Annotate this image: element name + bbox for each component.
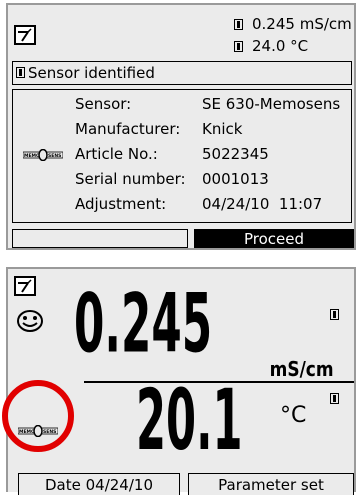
- info-label-article-no: Article No.:: [75, 145, 158, 163]
- svg-text:SENS: SENS: [48, 153, 61, 159]
- sensor-channel-icon: [234, 41, 243, 52]
- secondary-value: 20.1: [136, 371, 243, 469]
- status-temperature: 24.0 °C: [252, 37, 309, 55]
- info-value-article-no: 5022345: [202, 145, 269, 163]
- primary-unit: mS/cm: [269, 357, 334, 381]
- sensor-channel-icon: [330, 393, 339, 404]
- smiley-icon: [16, 309, 44, 337]
- left-softkey[interactable]: [12, 229, 188, 248]
- secondary-unit: °C: [280, 403, 307, 428]
- proceed-button[interactable]: Proceed: [194, 229, 354, 248]
- svg-text:MEMO: MEMO: [24, 153, 40, 159]
- info-value-sensor: SE 630-Memosens: [202, 95, 341, 113]
- info-value-serial-number: 0001013: [202, 170, 269, 188]
- info-label-serial-number: Serial number:: [75, 170, 186, 188]
- status-conductivity: 0.245 mS/cm: [252, 15, 352, 33]
- sensor-info-panel: MEMO SENS Sensor: SE 630-Memosens Manufa…: [12, 89, 352, 223]
- sensor-channel-icon: [234, 19, 243, 30]
- meter-mode-icon: [14, 276, 36, 296]
- info-value-manufacturer: Knick: [202, 120, 243, 138]
- sensor-identified-screen: 0.245 mS/cm 24.0 °C Sensor identified ME…: [6, 3, 356, 250]
- memosens-logo: MEMO SENS: [22, 146, 64, 165]
- info-value-adjustment: 04/24/10 11:07: [202, 195, 323, 213]
- primary-value: 0.245: [74, 277, 213, 372]
- info-label-adjustment: Adjustment:: [75, 195, 167, 213]
- info-icon: [16, 67, 25, 78]
- sensor-channel-icon: [330, 309, 339, 320]
- meter-mode-icon: [14, 25, 36, 45]
- info-label-sensor: Sensor:: [75, 95, 132, 113]
- measurement-screen: 0.245 mS/cm 20.1 °C MEMO SENS: [6, 267, 356, 492]
- highlight-circle: [2, 380, 74, 452]
- info-label-manufacturer: Manufacturer:: [75, 120, 181, 138]
- message-bar: Sensor identified: [12, 61, 352, 85]
- message-text: Sensor identified: [28, 64, 155, 82]
